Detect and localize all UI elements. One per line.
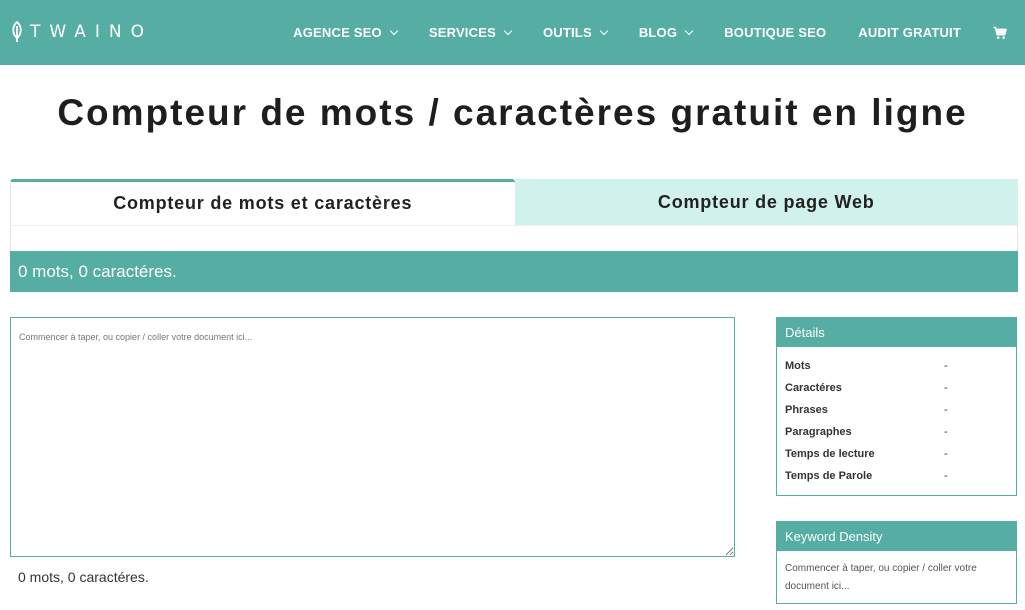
nav-blog[interactable]: BLOG: [638, 25, 694, 40]
nav-outils[interactable]: OUTILS: [542, 25, 609, 40]
detail-value: -: [944, 360, 948, 372]
shopping-cart-icon[interactable]: [993, 26, 1007, 40]
chevron-down-icon: [599, 26, 609, 35]
keyword-density-panel: Keyword Density Commencer à taper, ou co…: [776, 521, 1017, 604]
nav-label: AGENCE SEO: [293, 25, 382, 40]
detail-label: Temps de Parole: [785, 470, 873, 482]
detail-row-sentences: Phrases -: [785, 399, 1008, 421]
detail-row-speaking-time: Temps de Parole -: [785, 465, 1008, 487]
chevron-down-icon: [389, 26, 399, 35]
nav-services[interactable]: SERVICES: [428, 25, 513, 40]
detail-row-paragraphs: Paragraphes -: [785, 421, 1008, 443]
nav-audit-gratuit[interactable]: AUDIT GRATUIT: [858, 25, 961, 40]
tab-webpage-counter[interactable]: Compteur de page Web: [514, 179, 1018, 225]
nav-label: BLOG: [638, 25, 678, 40]
details-panel-title: Détails: [777, 318, 1016, 347]
details-list: Mots - Caractéres - Phrases - Paragraphe…: [777, 347, 1016, 487]
logo[interactable]: TWAINO: [10, 19, 153, 45]
details-panel: Détails Mots - Caractéres - Phrases - Pa…: [776, 317, 1017, 496]
detail-label: Mots: [785, 360, 811, 372]
nav-boutique-seo[interactable]: BOUTIQUE SEO: [724, 25, 826, 40]
chevron-down-icon: [684, 26, 694, 35]
top-navigation-bar: TWAINO AGENCE SEO SERVICES OUTILS BLOG B…: [0, 0, 1025, 65]
detail-value: -: [944, 382, 948, 394]
tab-content-spacer: [10, 225, 1018, 251]
page-title: Compteur de mots / caractères gratuit en…: [57, 92, 968, 133]
tab-bar: Compteur de mots et caractères Compteur …: [10, 179, 1018, 225]
keyword-density-title: Keyword Density: [777, 522, 1016, 551]
nav-label: SERVICES: [428, 25, 496, 40]
detail-row-characters: Caractéres -: [785, 377, 1008, 399]
nav-label: BOUTIQUE SEO: [724, 25, 827, 40]
detail-value: -: [944, 448, 948, 460]
logo-text: TWAINO: [30, 22, 154, 42]
detail-label: Paragraphes: [785, 426, 852, 438]
detail-value: -: [944, 470, 948, 482]
bottom-count-summary: 0 mots, 0 caractéres.: [18, 569, 149, 585]
nav-label: OUTILS: [542, 25, 592, 40]
detail-label: Temps de lecture: [785, 448, 875, 460]
detail-row-words: Mots -: [785, 355, 1008, 377]
keyword-density-text: Commencer à taper, ou copier / coller vo…: [785, 563, 977, 592]
detail-value: -: [944, 404, 948, 416]
detail-value: -: [944, 426, 948, 438]
tab-word-counter[interactable]: Compteur de mots et caractères: [10, 179, 515, 225]
leaf-icon: [12, 21, 22, 42]
chevron-down-icon: [503, 26, 513, 35]
detail-label: Phrases: [785, 404, 828, 416]
nav-agence-seo[interactable]: AGENCE SEO: [293, 25, 399, 40]
nav-label: AUDIT GRATUIT: [858, 25, 961, 40]
detail-row-reading-time: Temps de lecture -: [785, 443, 1008, 465]
count-summary-bar: 0 mots, 0 caractéres.: [10, 251, 1018, 292]
text-input[interactable]: [10, 317, 735, 557]
main-nav: AGENCE SEO SERVICES OUTILS BLOG BOUTIQUE…: [261, 0, 1025, 65]
detail-label: Caractéres: [785, 382, 842, 394]
